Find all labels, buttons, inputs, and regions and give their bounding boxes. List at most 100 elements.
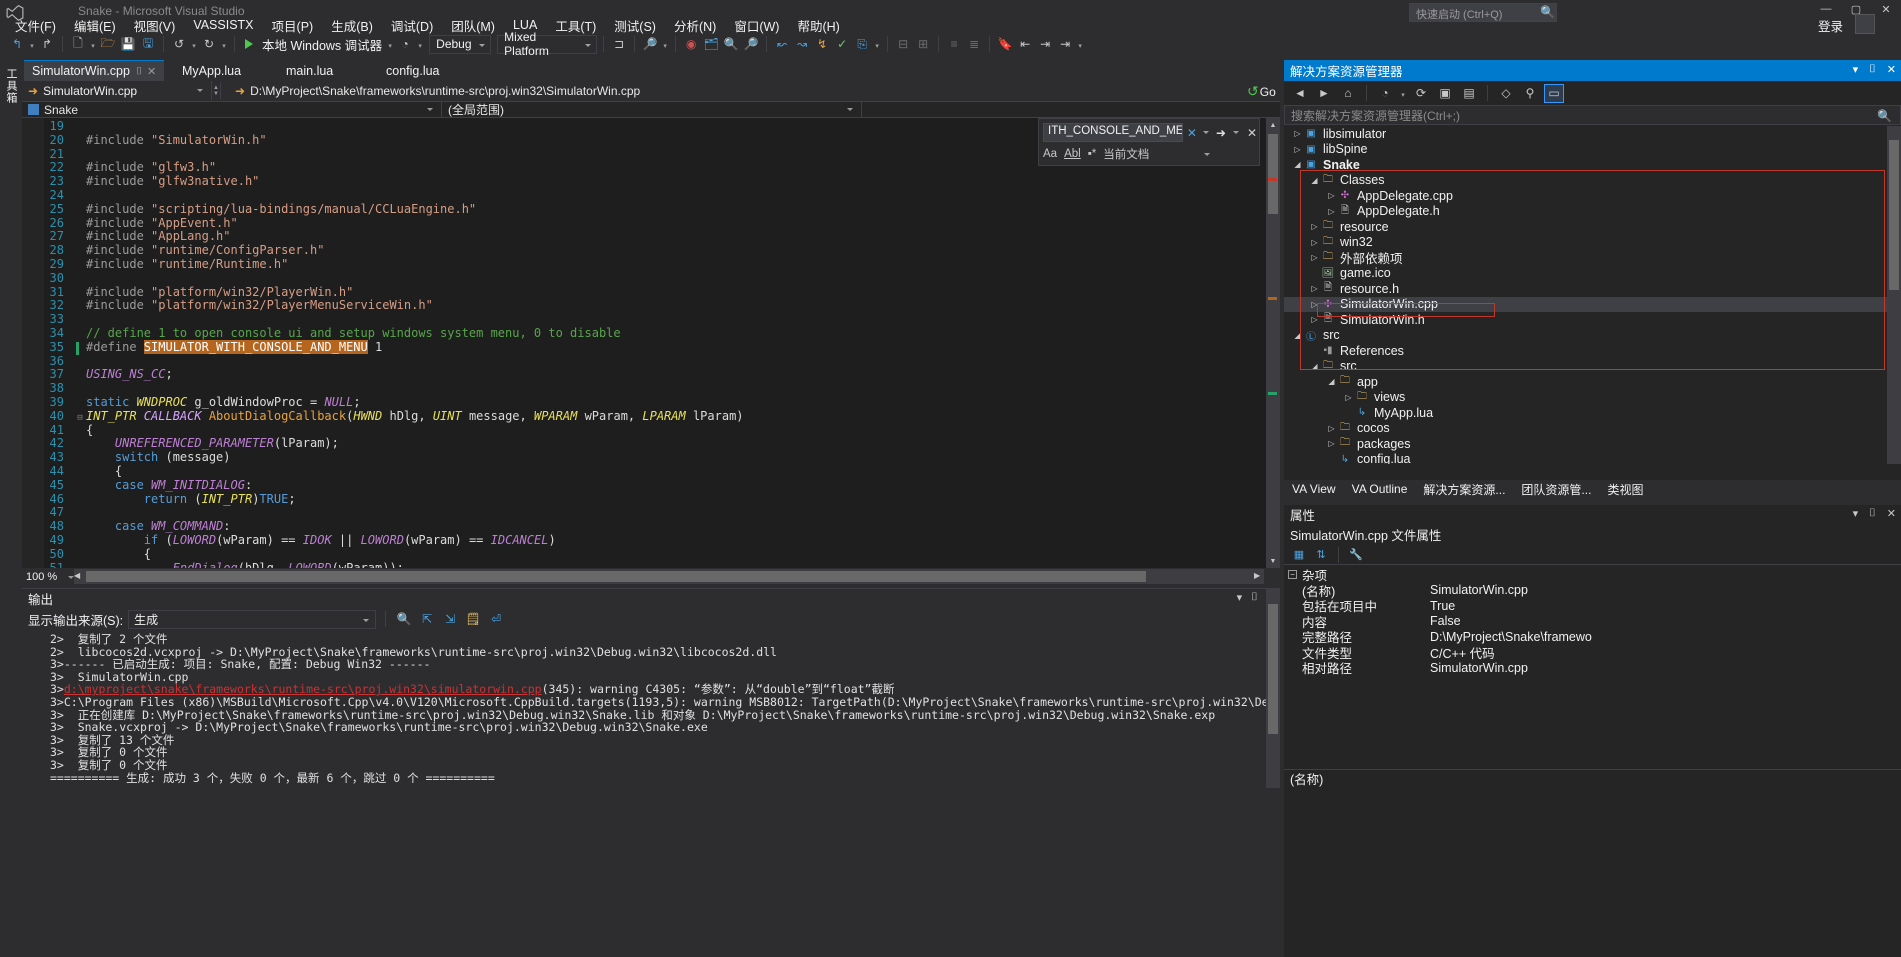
clear-find-icon[interactable]: ✕ — [1187, 126, 1197, 140]
open-file-icon[interactable]: 🗁 — [99, 35, 117, 53]
scroll-left-icon[interactable]: ◀ — [74, 571, 80, 580]
code-line[interactable]: 21 — [22, 148, 86, 162]
properties-window-icon[interactable]: ▤ — [1459, 84, 1479, 103]
tree-item-app[interactable]: ◢🗀app — [1284, 374, 1887, 390]
find-scope-caret-icon[interactable] — [1204, 153, 1210, 156]
dock-tab-2[interactable]: 解决方案资源... — [1415, 481, 1513, 497]
nav-spinner[interactable]: ▲▼ — [212, 82, 221, 99]
toolbar-overflow-caret-icon[interactable]: ▾ — [1076, 35, 1084, 53]
document-tab-0[interactable]: SimulatorWin.cpp⌷✕ — [24, 60, 164, 81]
tree-item-resource-h[interactable]: ▷🗎resource.h — [1284, 281, 1887, 297]
expand-collapse-down-icon[interactable]: ◢ — [1292, 331, 1303, 340]
code-line[interactable]: 34// define 1 to open console ui and set… — [22, 327, 621, 341]
member-dropdown[interactable]: (全局范围) — [442, 101, 862, 118]
editor-horizontal-scrollbar[interactable] — [74, 569, 1264, 584]
find-next-icon[interactable]: ➜ — [1216, 126, 1226, 140]
se-close-icon[interactable]: ✕ — [1887, 63, 1896, 76]
code-line[interactable]: 29#include "runtime/Runtime.h" — [22, 258, 288, 272]
code-line[interactable]: 28#include "runtime/ConfigParser.h" — [22, 244, 324, 258]
search-icon[interactable]: 🔍 — [1540, 5, 1555, 19]
categorized-view-icon[interactable]: ▦ — [1290, 546, 1308, 563]
code-line[interactable]: 37USING_NS_CC; — [22, 368, 173, 382]
property-pages-icon[interactable]: 🔧 — [1347, 546, 1365, 563]
tree-item--[interactable]: ▷🗀外部依赖项 — [1284, 250, 1887, 266]
find-scope-label[interactable]: 当前文档 — [1103, 146, 1149, 162]
output-line[interactable]: 3> 复制了 13 个文件 — [50, 734, 1280, 747]
type-dropdown[interactable]: Snake — [22, 101, 442, 118]
code-line[interactable]: 49 if (LOWORD(wParam) == IDOK || LOWORD(… — [22, 534, 556, 548]
expand-collapse-right-icon[interactable]: ▷ — [1309, 238, 1320, 247]
pending-changes-icon[interactable]: ◔ — [1375, 84, 1395, 103]
find-in-files-icon[interactable]: 🔎 — [641, 35, 659, 53]
view-code-icon[interactable]: ⚲ — [1520, 84, 1540, 103]
code-editor[interactable]: 1920#include "SimulatorWin.h"2122#includ… — [22, 118, 1280, 568]
navigate-backward-icon[interactable]: ↰ — [8, 35, 26, 53]
code-line[interactable]: 43 switch (message) — [22, 451, 231, 465]
document-tab-2[interactable]: main.lua — [278, 60, 341, 81]
tree-item-libsimulator[interactable]: ▷▣libsimulator — [1284, 126, 1887, 142]
tree-item-classes[interactable]: ◢🗀Classes — [1284, 173, 1887, 189]
pending-changes-caret-icon[interactable]: ▾ — [1399, 84, 1407, 102]
expand-collapse-right-icon[interactable]: ▷ — [1326, 439, 1337, 448]
solution-explorer-scrollbar[interactable] — [1887, 126, 1901, 464]
va-spellcheck-icon[interactable]: ✓ — [833, 35, 851, 53]
attach-icon[interactable]: ◔ — [396, 35, 414, 53]
prev-bookmark-icon[interactable]: ⇤ — [1016, 35, 1034, 53]
code-line[interactable]: 38 — [22, 382, 86, 396]
new-project-caret-icon[interactable]: ▾ — [89, 35, 97, 53]
use-regex-icon[interactable]: ▪* — [1088, 148, 1097, 160]
code-line[interactable]: 46 return (INT_PTR)TRUE; — [22, 493, 296, 507]
va-open-corresponding-icon[interactable]: 🗂 — [702, 35, 720, 53]
properties-object-name[interactable]: SimulatorWin.cpp 文件属性 — [1284, 524, 1901, 544]
save-icon[interactable]: 💾 — [119, 35, 137, 53]
undo-caret-icon[interactable]: ▾ — [190, 35, 198, 53]
document-tab-3[interactable]: config.lua — [378, 60, 448, 81]
close-tab-icon[interactable]: ✕ — [147, 65, 156, 78]
clear-all-icon[interactable]: 🗒 — [464, 610, 482, 628]
toggle-bookmark-icon[interactable]: 🔖 — [996, 35, 1014, 53]
find-caret-icon[interactable]: ▾ — [661, 35, 669, 53]
expand-collapse-down-icon[interactable]: ◢ — [1309, 176, 1320, 185]
output-line[interactable]: 3> 复制了 0 个文件 — [50, 746, 1280, 759]
clear-bookmarks-icon[interactable]: ⇥ — [1056, 35, 1074, 53]
solution-explorer-tree[interactable]: ▷▣libsimulator▷▣libSpine◢▣Snake◢🗀Classes… — [1284, 126, 1887, 464]
va-paste-icon[interactable]: ⎘ — [853, 35, 871, 53]
start-debug-icon[interactable] — [245, 39, 253, 49]
expand-collapse-down-icon[interactable]: ◢ — [1326, 377, 1337, 386]
collapse-all-icon[interactable]: ▣ — [1435, 84, 1455, 103]
property-value[interactable]: C/C++ 代码 — [1430, 643, 1870, 662]
back-icon[interactable]: ◄ — [1290, 84, 1310, 103]
code-line[interactable]: 27#include "AppLang.h" — [22, 230, 231, 244]
tree-item-appdelegate-cpp[interactable]: ▷✣AppDelegate.cpp — [1284, 188, 1887, 204]
code-line[interactable]: 45 case WM_INITDIALOG: — [22, 479, 252, 493]
output-line[interactable]: 3> 复制了 0 个文件 — [50, 759, 1280, 772]
find-options-caret-icon[interactable] — [1203, 131, 1209, 134]
quick-find-popup[interactable]: ITH_CONSOLE_AND_MENU ✕ ➜ ✕ Aa Abl ▪* 当前文… — [1038, 118, 1260, 166]
properties-dropdown-icon[interactable]: ▾ — [1853, 507, 1859, 520]
output-line[interactable]: 2> 复制了 2 个文件 — [50, 633, 1280, 646]
quick-launch-input[interactable]: 快速启动 (Ctrl+Q) — [1409, 3, 1557, 22]
scrollbar-thumb[interactable] — [1889, 140, 1899, 290]
redo-caret-icon[interactable]: ▾ — [220, 35, 228, 53]
scroll-down-icon[interactable]: ▼ — [1266, 554, 1280, 568]
expand-collapse-right-icon[interactable]: ▷ — [1309, 284, 1320, 293]
expand-collapse-right-icon[interactable]: ▷ — [1309, 300, 1320, 309]
decrease-indent-icon[interactable]: ≡ — [945, 35, 963, 53]
change-marker[interactable] — [1268, 297, 1277, 300]
close-button[interactable]: ✕ — [1877, 3, 1895, 16]
expand-collapse-right-icon[interactable]: ▷ — [1292, 145, 1303, 154]
se-pin-icon[interactable]: ⌷ — [1869, 63, 1876, 76]
code-line[interactable]: 31#include "platform/win32/PlayerWin.h" — [22, 286, 353, 300]
undo-icon[interactable]: ↺ — [170, 35, 188, 53]
code-line[interactable]: 50 { — [22, 548, 151, 562]
minimize-button[interactable]: — — [1817, 3, 1835, 16]
code-line[interactable]: 39static WNDPROC g_oldWindowProc = NULL; — [22, 396, 361, 410]
tree-item-src[interactable]: ◢🗀src — [1284, 359, 1887, 375]
output-minimize-icon[interactable]: ▾ — [1237, 591, 1243, 604]
code-line[interactable]: 44 { — [22, 465, 122, 479]
va-paste-caret-icon[interactable]: ▾ — [873, 35, 881, 53]
va-find-references-icon[interactable]: 🔎 — [742, 35, 760, 53]
tree-item-appdelegate-h[interactable]: ▷🗎AppDelegate.h — [1284, 204, 1887, 220]
tree-item-myapp-lua[interactable]: ↳MyApp.lua — [1284, 405, 1887, 421]
tree-item-packages[interactable]: ▷🗀packages — [1284, 436, 1887, 452]
